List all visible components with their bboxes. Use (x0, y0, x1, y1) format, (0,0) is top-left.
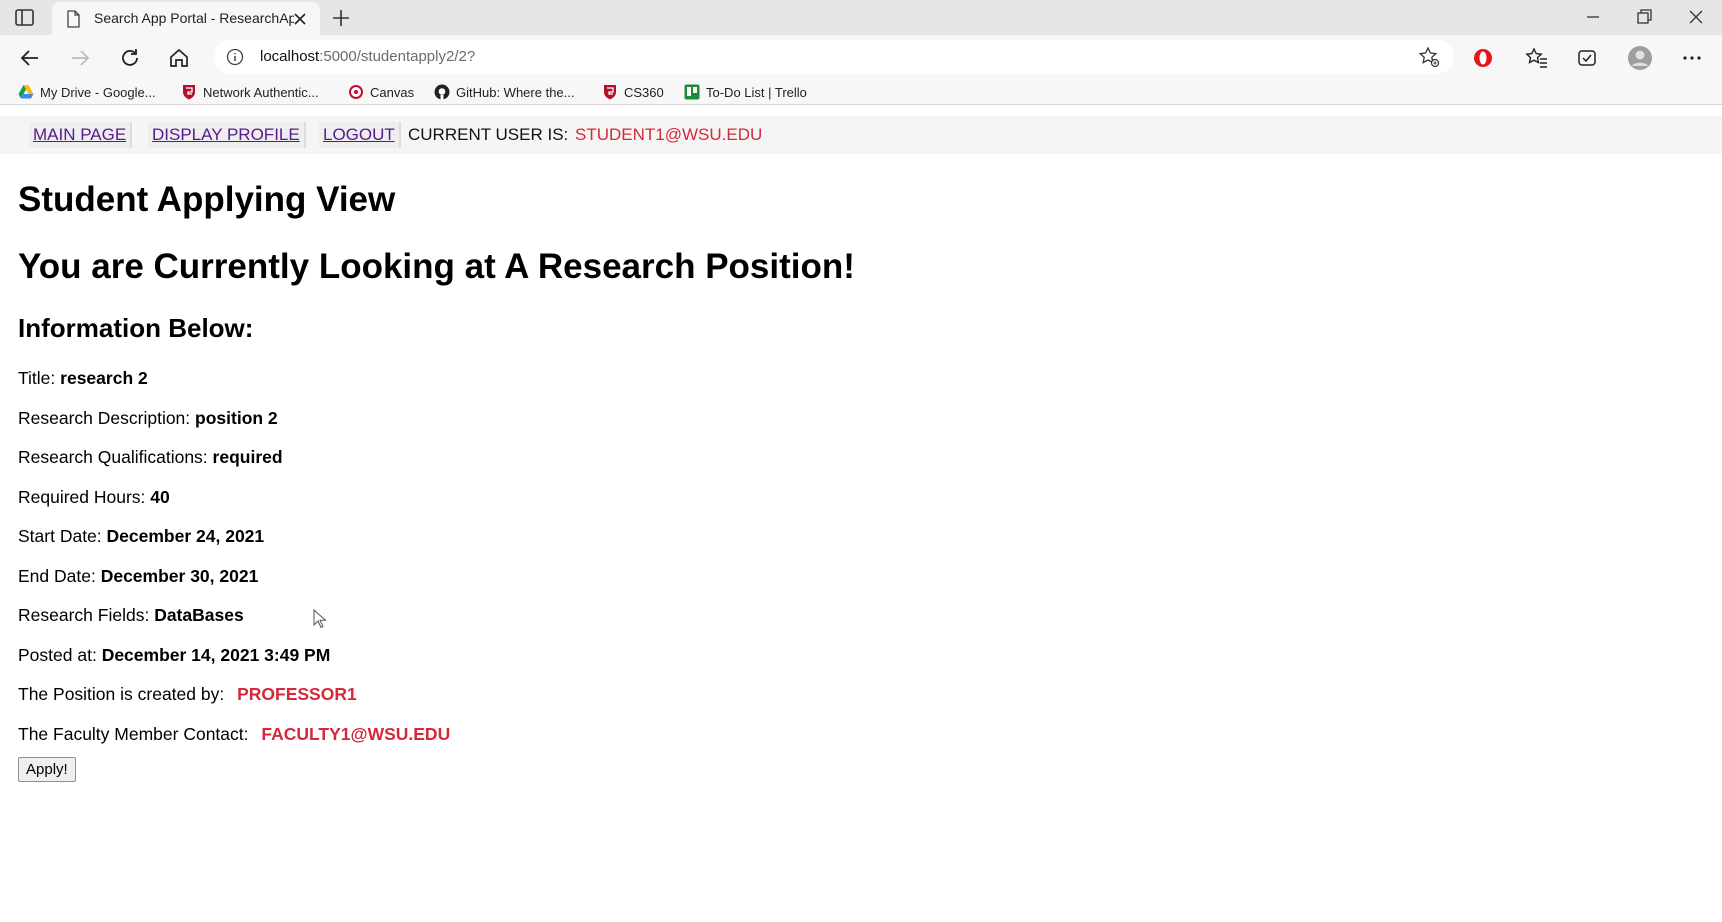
field-value: December 14, 2021 3:49 PM (101, 645, 331, 665)
bookmark-github[interactable]: GitHub: Where the... (434, 83, 575, 101)
bookmark-trello[interactable]: To-Do List | Trello (684, 83, 807, 101)
trello-icon (684, 84, 700, 100)
field-label: The Position is created by: (18, 684, 225, 704)
main-page-link[interactable]: MAIN PAGE (29, 122, 133, 148)
field-value: position 2 (195, 408, 278, 428)
bookmark-cs360[interactable]: CS360 (602, 83, 664, 101)
bookmark-label: Canvas (370, 84, 415, 100)
google-drive-icon (18, 85, 34, 99)
end-date-field: End Date: December 30, 2021 (18, 566, 258, 587)
logout-link[interactable]: LOGOUT (319, 122, 401, 148)
mouse-cursor-icon (313, 609, 326, 629)
field-label: The Faculty Member Contact: (18, 724, 249, 744)
browser-tab-strip: Search App Portal - ResearchApp (0, 0, 1722, 35)
bookmark-network-auth[interactable]: Network Authentic... (181, 83, 319, 101)
url-path: :5000/studentapply2/2? (319, 48, 476, 65)
bookmark-my-drive[interactable]: My Drive - Google... (18, 83, 156, 101)
add-favorite-icon[interactable] (1418, 46, 1440, 68)
close-tab-icon[interactable] (292, 11, 308, 27)
reload-icon[interactable] (118, 46, 142, 70)
bookmark-label: Network Authentic... (203, 84, 319, 100)
position-heading: You are Currently Looking at A Research … (18, 247, 855, 286)
profile-avatar-icon[interactable] (1627, 45, 1653, 71)
close-window-icon[interactable] (1685, 6, 1707, 28)
posted-at-field: Posted at: December 14, 2021 3:49 PM (18, 645, 330, 666)
field-value: PROFESSOR1 (237, 684, 357, 704)
restore-icon[interactable] (1633, 6, 1655, 28)
page-title: Student Applying View (18, 180, 396, 219)
favorites-icon[interactable] (1525, 46, 1549, 70)
field-label: Title: (18, 368, 56, 388)
field-label: Start Date: (18, 526, 102, 546)
field-value: DataBases (154, 605, 244, 625)
apply-button[interactable]: Apply! (18, 757, 76, 782)
bookmark-canvas[interactable]: Canvas (348, 83, 414, 101)
field-label: Research Qualifications: (18, 447, 208, 467)
bookmark-label: CS360 (624, 84, 664, 100)
qualifications-field: Research Qualifications: required (18, 447, 283, 468)
wsu-shield-icon (183, 85, 195, 100)
site-info-icon[interactable] (226, 48, 244, 66)
created-by-field: The Position is created by: PROFESSOR1 (18, 684, 357, 705)
url-host: localhost (260, 48, 320, 65)
description-field: Research Description: position 2 (18, 408, 278, 429)
canvas-icon (349, 85, 363, 99)
url-text[interactable]: localhost:5000/studentapply2/2? (260, 48, 475, 65)
field-value: FACULTY1@WSU.EDU (261, 724, 451, 744)
field-value: 40 (150, 487, 170, 507)
wsu-shield-icon (604, 85, 616, 100)
page-content: MAIN PAGE DISPLAY PROFILE LOGOUT CURRENT… (0, 116, 1722, 922)
bookmark-label: To-Do List | Trello (706, 84, 807, 100)
contact-field: The Faculty Member Contact: FACULTY1@WSU… (18, 724, 450, 745)
collections-icon[interactable] (1575, 46, 1599, 70)
bookmark-label: GitHub: Where the... (456, 84, 575, 100)
info-heading: Information Below: (18, 313, 254, 343)
bookmark-label: My Drive - Google... (40, 84, 156, 100)
research-fields-field: Research Fields: DataBases (18, 605, 244, 626)
hours-field: Required Hours: 40 (18, 487, 170, 508)
field-value: required (212, 447, 283, 467)
display-profile-link[interactable]: DISPLAY PROFILE (148, 122, 306, 148)
github-icon (434, 84, 450, 100)
field-label: Research Fields: (18, 605, 150, 625)
bookmarks-bar: My Drive - Google... Network Authentic..… (0, 79, 1722, 105)
field-label: Posted at: (18, 645, 97, 665)
more-menu-icon[interactable] (1680, 46, 1704, 70)
field-value: research 2 (60, 368, 148, 388)
current-user-email: STUDENT1@WSU.EDU (575, 125, 763, 144)
home-icon[interactable] (167, 46, 191, 70)
field-label: Research Description: (18, 408, 191, 428)
field-value: December 30, 2021 (100, 566, 259, 586)
tab-actions-icon[interactable] (14, 8, 36, 28)
field-label: Required Hours: (18, 487, 146, 507)
opera-extension-icon[interactable] (1471, 46, 1495, 70)
address-bar[interactable]: localhost:5000/studentapply2/2? (214, 40, 1454, 74)
browser-toolbar: localhost:5000/studentapply2/2? (0, 35, 1722, 79)
start-date-field: Start Date: December 24, 2021 (18, 526, 264, 547)
site-navbar: MAIN PAGE DISPLAY PROFILE LOGOUT CURRENT… (0, 116, 1722, 154)
browser-tab[interactable]: Search App Portal - ResearchApp (52, 2, 320, 35)
current-user-label: CURRENT USER IS: (408, 125, 569, 144)
field-label: End Date: (18, 566, 96, 586)
title-field: Title: research 2 (18, 368, 148, 389)
new-tab-icon[interactable] (330, 7, 352, 29)
page-icon (67, 10, 80, 28)
forward-arrow-icon[interactable] (68, 46, 92, 70)
field-value: December 24, 2021 (106, 526, 265, 546)
tab-title: Search App Portal - ResearchApp (94, 10, 294, 26)
back-arrow-icon[interactable] (18, 46, 42, 70)
minimize-icon[interactable] (1582, 6, 1604, 28)
